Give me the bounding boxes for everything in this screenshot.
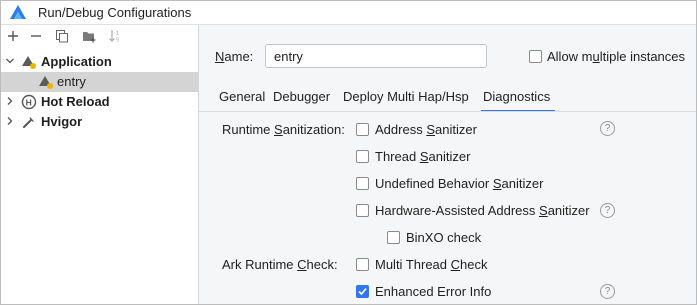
application-icon [22, 56, 36, 69]
chevron-right-icon[interactable] [5, 96, 15, 106]
address-sanitizer-help-icon[interactable]: ? [600, 121, 615, 136]
tree-label-hvigor: Hvigor [41, 114, 83, 129]
runtime-sanitization-label: Runtime Sanitization: [222, 122, 345, 137]
minus-icon [31, 35, 41, 37]
multi-thread-check-checkbox[interactable] [356, 258, 369, 271]
remove-configuration-button[interactable] [28, 28, 44, 44]
tree-node-application[interactable]: Application [1, 52, 198, 72]
enhanced-error-info-checkbox[interactable] [356, 285, 369, 298]
sort-configurations-button[interactable]: 19 [107, 28, 123, 44]
entry-config-icon [39, 76, 53, 89]
address-sanitizer-label: Address Sanitizer [375, 122, 477, 137]
tabs-divider [199, 111, 696, 112]
tree-label-application: Application [41, 54, 112, 69]
tab-general[interactable]: General [219, 89, 265, 104]
tree-label-hot-reload: Hot Reload [41, 94, 110, 109]
add-configuration-button[interactable] [5, 28, 21, 44]
allow-multiple-instances-checkbox[interactable] [529, 50, 542, 63]
window-title: Run/Debug Configurations [38, 5, 192, 20]
folder-add-icon [82, 32, 95, 43]
tab-deploy-multi-hap-hsp[interactable]: Deploy Multi Hap/Hsp [343, 89, 469, 104]
address-sanitizer-checkbox[interactable] [356, 123, 369, 136]
multi-thread-check-label: Multi Thread Check [375, 257, 488, 272]
hwasan-help-icon[interactable]: ? [600, 203, 615, 218]
config-tabs: General Debugger Deploy Multi Hap/Hsp Di… [199, 85, 696, 112]
thread-sanitizer-label: Thread Sanitizer [375, 149, 471, 164]
hot-reload-icon: H [21, 94, 37, 110]
name-label: Name: [215, 49, 254, 64]
title-bar: Run/Debug Configurations [1, 1, 696, 25]
run-debug-dialog: Run/Debug Configurations 19 Application … [0, 0, 697, 305]
binxo-check-checkbox[interactable] [387, 231, 400, 244]
tree-node-hvigor[interactable]: Hvigor [1, 112, 198, 132]
binxo-check-label: BinXO check [406, 230, 482, 245]
tab-diagnostics[interactable]: Diagnostics [483, 89, 550, 104]
checkmark-icon [358, 287, 367, 296]
thread-sanitizer-checkbox[interactable] [356, 150, 369, 163]
enhanced-error-info-label: Enhanced Error Info [375, 284, 492, 299]
tree-toolbar: 19 [1, 25, 198, 48]
undefined-behavior-sanitizer-checkbox[interactable] [356, 177, 369, 190]
svg-text:9: 9 [116, 38, 119, 44]
tree-node-entry[interactable]: entry [1, 72, 198, 92]
hwasan-checkbox[interactable] [356, 204, 369, 217]
deveco-logo-icon [10, 5, 26, 19]
configuration-editor: Name: Allow multiple instances General D… [199, 25, 696, 304]
chevron-right-icon[interactable] [5, 116, 15, 126]
svg-text:1: 1 [116, 31, 119, 37]
tab-debugger[interactable]: Debugger [273, 89, 330, 104]
enhanced-error-info-help-icon[interactable]: ? [600, 284, 615, 299]
undefined-behavior-sanitizer-label: Undefined Behavior Sanitizer [375, 176, 544, 191]
tree-label-entry: entry [57, 74, 86, 89]
wrench-icon [23, 117, 34, 128]
sort-icon: 19 [109, 30, 119, 44]
allow-multiple-instances-label: Allow multiple instances [547, 49, 686, 64]
tree-node-hot-reload[interactable]: H Hot Reload [1, 92, 198, 112]
plus-icon [8, 31, 18, 41]
new-folder-button[interactable] [81, 28, 97, 44]
copy-configuration-button[interactable] [54, 28, 70, 44]
hwasan-label: Hardware-Assisted Address Sanitizer [375, 203, 590, 218]
configuration-tree-panel: 19 Application entry H Hot Reload Hvigor [1, 25, 199, 304]
name-input[interactable] [265, 44, 487, 68]
svg-text:H: H [26, 98, 32, 108]
chevron-down-icon[interactable] [5, 56, 15, 66]
copy-icon [56, 30, 68, 43]
ark-runtime-check-label: Ark Runtime Check: [222, 257, 338, 272]
